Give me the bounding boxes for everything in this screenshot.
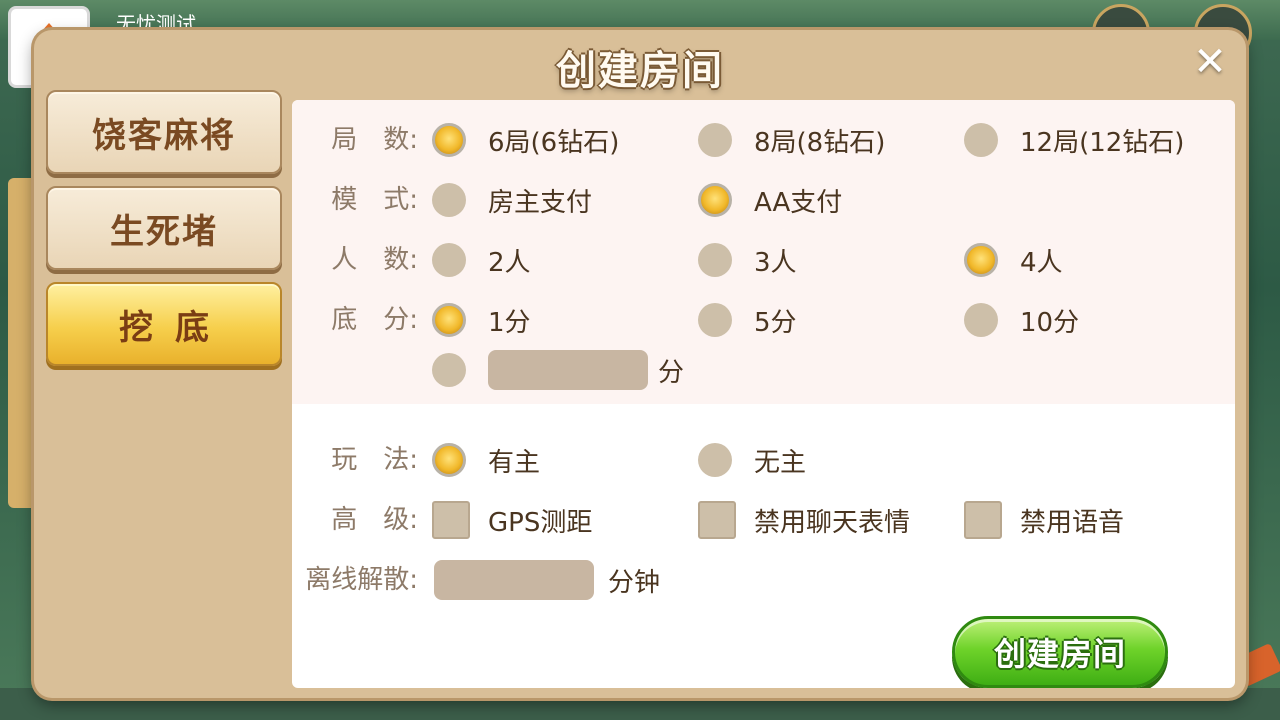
mode-option-owner-pay[interactable]: 房主支付	[432, 180, 592, 220]
option-text: 12局(12钻石)	[1020, 127, 1185, 158]
create-room-dialog: 创建房间 ✕ 饶客麻将 生死堵 挖底 局 数: 6局(6钻石) 8局(8钻石) …	[34, 30, 1246, 698]
sidebar-item-raoke-majiang[interactable]: 饶客麻将	[46, 90, 282, 174]
offline-dissolve-field[interactable]: 分钟	[434, 560, 660, 600]
sidebar-item-wadi[interactable]: 挖底	[46, 282, 282, 366]
radio-unselected[interactable]	[964, 303, 998, 337]
radio-unselected[interactable]	[698, 123, 732, 157]
rounds-row: 局 数: 6局(6钻石) 8局(8钻石) 12局(12钻石)	[292, 120, 1235, 160]
sidebar-item-shengsidu[interactable]: 生死堵	[46, 186, 282, 270]
option-text: 5分	[754, 307, 797, 338]
play-style-row: 玩 法: 有主 无主	[292, 440, 1235, 480]
base-score-row: 底 分: 1分 5分 10分	[292, 300, 1235, 340]
advanced-option-disable-voice[interactable]: 禁用语音	[964, 500, 1124, 540]
radio-unselected[interactable]	[432, 243, 466, 277]
checkbox-unchecked[interactable]	[432, 501, 470, 539]
rounds-option-8[interactable]: 8局(8钻石)	[698, 120, 885, 160]
radio-unselected[interactable]	[964, 123, 998, 157]
checkbox-unchecked[interactable]	[964, 501, 1002, 539]
advanced-option-disable-chat[interactable]: 禁用聊天表情	[698, 500, 910, 540]
checkbox-unchecked[interactable]	[698, 501, 736, 539]
base-score-label: 底 分:	[331, 305, 418, 335]
advanced-label: 高 级:	[331, 505, 418, 535]
close-icon[interactable]: ✕	[1190, 42, 1230, 82]
offline-dissolve-row: 离线解散: 分钟	[292, 560, 1235, 600]
players-option-2[interactable]: 2人	[432, 240, 531, 280]
option-text: 禁用语音	[1020, 507, 1125, 538]
play-style-option-wuzhu[interactable]: 无主	[698, 440, 806, 480]
players-option-3[interactable]: 3人	[698, 240, 797, 280]
option-text: 3人	[754, 247, 797, 278]
base-score-option-1[interactable]: 1分	[432, 300, 531, 340]
rounds-label: 局 数:	[331, 125, 418, 155]
option-text: 2人	[488, 247, 531, 278]
radio-selected[interactable]	[432, 123, 466, 157]
option-text: 10分	[1020, 307, 1080, 338]
radio-selected[interactable]	[698, 183, 732, 217]
radio-selected[interactable]	[432, 303, 466, 337]
option-text: 4人	[1020, 247, 1063, 278]
option-text: AA支付	[754, 187, 843, 218]
option-text: GPS测距	[488, 507, 593, 538]
base-score-option-10[interactable]: 10分	[964, 300, 1079, 340]
radio-unselected[interactable]	[698, 443, 732, 477]
option-text: 禁用聊天表情	[754, 507, 911, 538]
create-room-button[interactable]: 创建房间	[952, 616, 1168, 688]
advanced-row: 高 级: GPS测距 禁用聊天表情 禁用语音	[292, 500, 1235, 540]
offline-dissolve-unit: 分钟	[608, 567, 661, 598]
players-option-4[interactable]: 4人	[964, 240, 1063, 280]
mode-row: 模 式: 房主支付 AA支付	[292, 180, 1235, 220]
custom-base-score-row: 分	[292, 350, 1235, 390]
dialog-title: 创建房间	[556, 48, 724, 94]
radio-unselected[interactable]	[432, 353, 466, 387]
base-score-option-custom[interactable]: 分	[432, 350, 684, 390]
option-text: 房主支付	[488, 187, 593, 218]
radio-unselected[interactable]	[432, 183, 466, 217]
players-row: 人 数: 2人 3人 4人	[292, 240, 1235, 280]
base-score-option-5[interactable]: 5分	[698, 300, 797, 340]
options-panel: 局 数: 6局(6钻石) 8局(8钻石) 12局(12钻石) 模 式: 房主支付	[292, 100, 1235, 688]
custom-base-score-input[interactable]	[488, 350, 648, 390]
option-text: 6局(6钻石)	[488, 127, 620, 158]
offline-dissolve-label: 离线解散:	[305, 565, 418, 595]
option-text: 无主	[754, 447, 807, 478]
offline-dissolve-input[interactable]	[434, 560, 594, 600]
option-text: 8局(8钻石)	[754, 127, 886, 158]
mode-option-aa-pay[interactable]: AA支付	[698, 180, 842, 220]
option-text: 1分	[488, 307, 531, 338]
rounds-option-12[interactable]: 12局(12钻石)	[964, 120, 1184, 160]
radio-selected[interactable]	[432, 443, 466, 477]
radio-unselected[interactable]	[698, 303, 732, 337]
rounds-option-6[interactable]: 6局(6钻石)	[432, 120, 619, 160]
custom-base-score-unit: 分	[658, 357, 685, 388]
players-label: 人 数:	[331, 245, 418, 275]
play-style-option-youzhu[interactable]: 有主	[432, 440, 540, 480]
advanced-option-gps[interactable]: GPS测距	[432, 500, 592, 540]
play-style-label: 玩 法:	[331, 445, 418, 475]
radio-selected[interactable]	[964, 243, 998, 277]
game-type-sidebar: 饶客麻将 生死堵 挖底	[46, 90, 284, 378]
mode-label: 模 式:	[331, 185, 418, 215]
option-text: 有主	[488, 447, 541, 478]
radio-unselected[interactable]	[698, 243, 732, 277]
